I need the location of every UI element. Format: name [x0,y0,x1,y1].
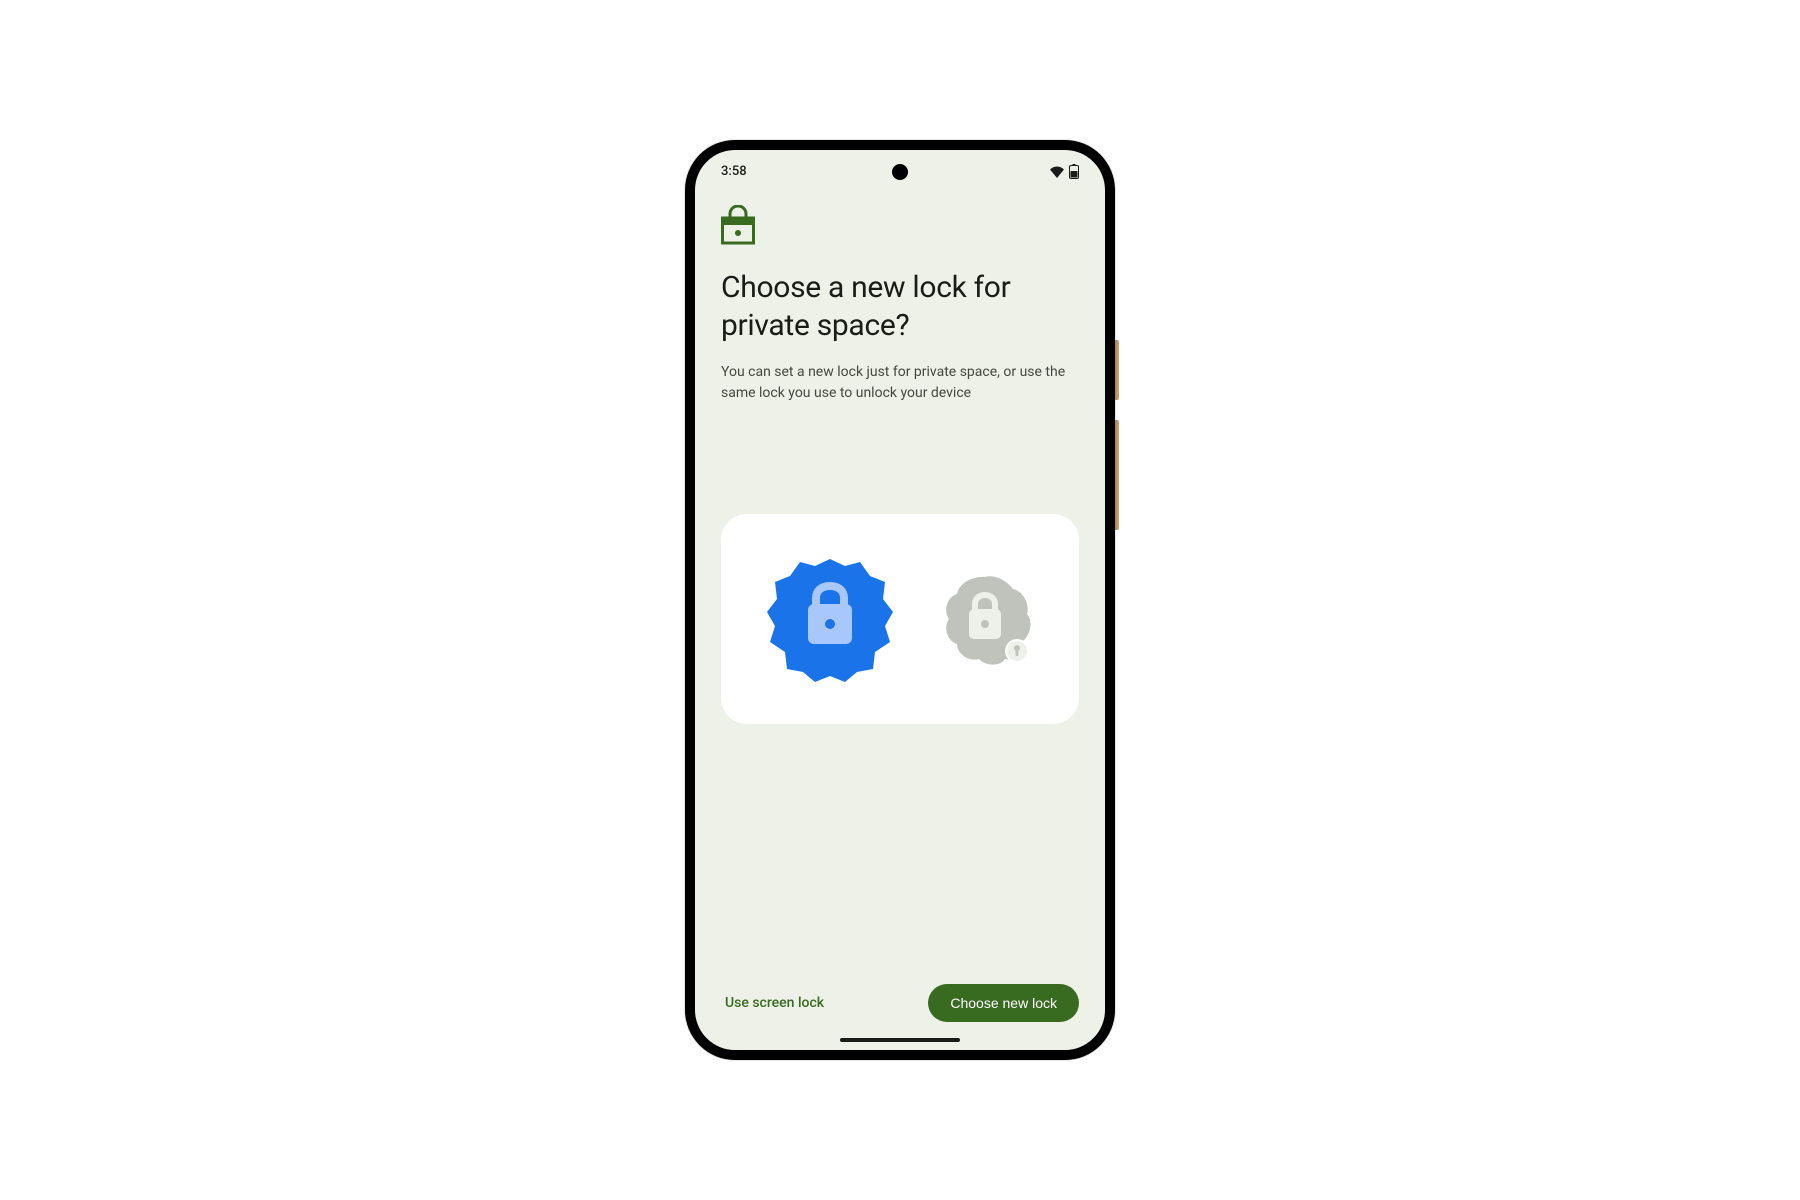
illustration-card [721,514,1079,724]
private-space-lock-icon [721,205,1079,249]
wifi-icon [1049,166,1065,178]
page-subtitle: You can set a new lock just for private … [721,362,1079,404]
existing-lock-illustration [935,569,1035,669]
phone-frame: 3:58 Choose [685,140,1115,1060]
page-title: Choose a new lock for private space? [721,269,1079,344]
status-icons [1049,164,1079,179]
content-area: Choose a new lock for private space? You… [695,187,1105,968]
phone-side-buttons [1115,340,1119,550]
choose-new-lock-button[interactable]: Choose new lock [928,984,1079,1022]
new-lock-illustration [765,554,895,684]
status-time: 3:58 [721,164,747,179]
use-screen-lock-button[interactable]: Use screen lock [721,987,828,1019]
camera-punch-hole [892,164,908,180]
phone-screen: 3:58 Choose [695,150,1105,1050]
battery-icon [1069,164,1079,179]
gesture-nav-bar[interactable] [840,1038,960,1042]
